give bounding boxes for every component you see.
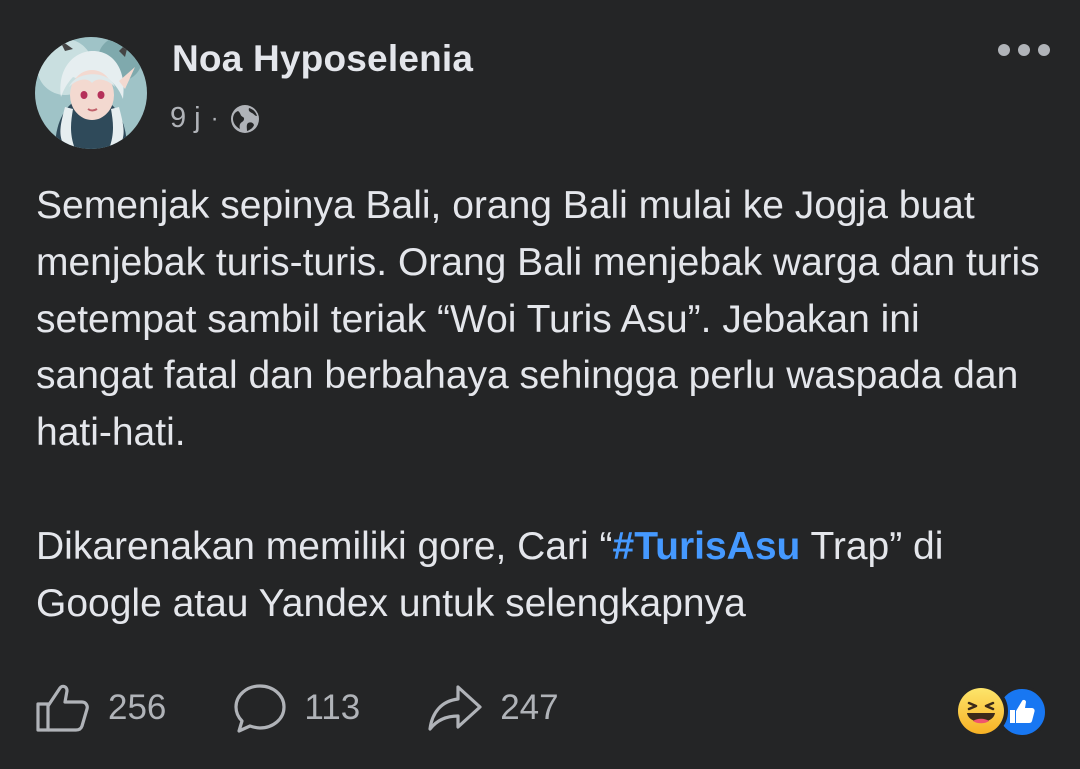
share-button[interactable]: 247 <box>426 682 559 734</box>
avatar-image <box>35 37 147 149</box>
author-avatar[interactable] <box>35 37 147 149</box>
comment-count: 113 <box>304 688 361 727</box>
haha-icon <box>954 684 1008 738</box>
thumbs-up-icon <box>36 684 89 732</box>
more-dot-3 <box>1038 44 1050 56</box>
reaction-summary[interactable] <box>954 684 1054 738</box>
post-timestamp[interactable]: 9 j <box>170 102 201 135</box>
author-name[interactable]: Noa Hyposelenia <box>172 38 473 80</box>
action-bar: 256 113 247 <box>34 682 625 734</box>
more-options-button[interactable] <box>998 44 1050 56</box>
paragraph-2-before: Dikarenakan memiliki gore, Cari “ <box>36 524 613 568</box>
post-paragraph-1: Semenjak sepinya Bali, orang Bali mulai … <box>36 184 1040 455</box>
meta-separator: · <box>210 104 219 132</box>
post-meta: 9 j · <box>170 102 261 135</box>
like-count: 256 <box>108 688 167 727</box>
more-dot-2 <box>1018 44 1030 56</box>
hashtag-link[interactable]: #TurisAsu <box>613 525 801 568</box>
share-count: 247 <box>500 688 559 727</box>
share-icon <box>428 685 482 731</box>
comment-icon <box>234 684 287 733</box>
post-paragraph-2: Dikarenakan memiliki gore, Cari “#TurisA… <box>36 519 1046 633</box>
post-body: Semenjak sepinya Bali, orang Bali mulai … <box>36 178 1046 633</box>
more-dots-icon <box>998 44 1010 56</box>
comment-button[interactable]: 113 <box>232 682 360 734</box>
like-button[interactable]: 256 <box>34 682 166 734</box>
globe-icon <box>230 104 259 133</box>
